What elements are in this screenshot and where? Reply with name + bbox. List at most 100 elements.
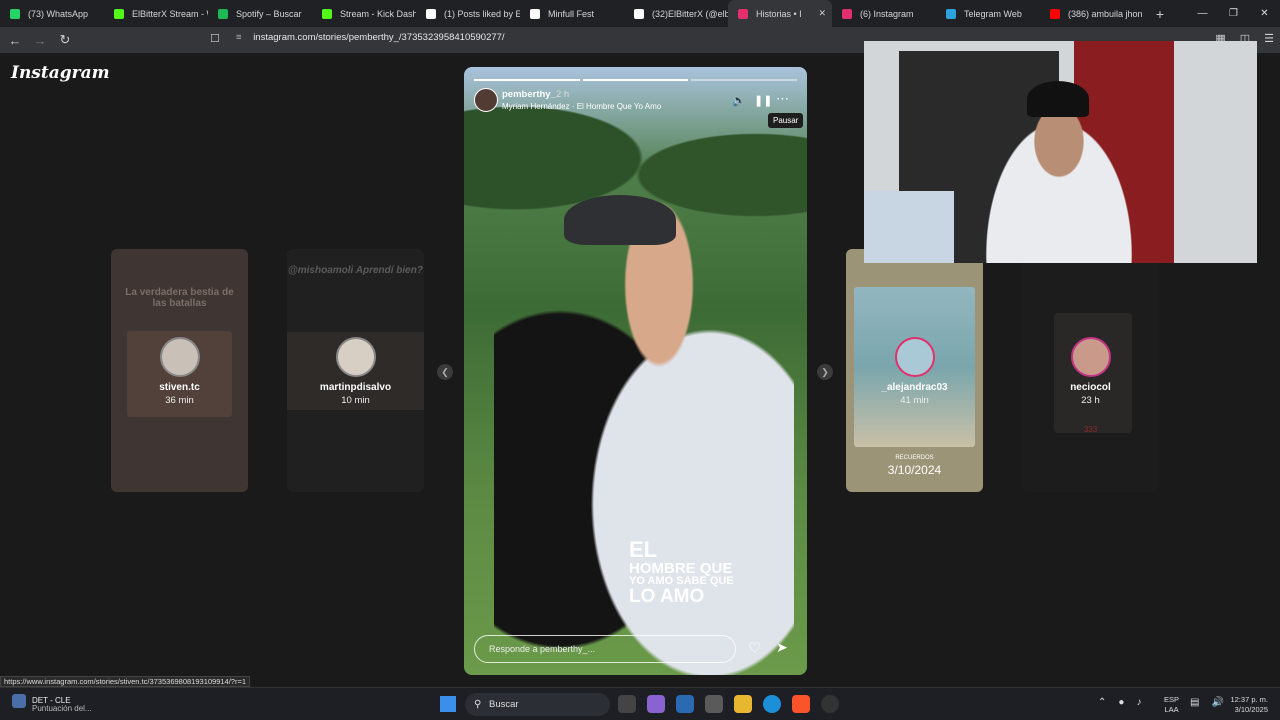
tab-favicon-icon [114,8,124,19]
tab-favicon-icon [322,8,332,19]
reply-input[interactable]: Responde a pemberthy_... [474,635,736,663]
like-heart-icon[interactable]: ♡ [748,639,761,657]
caption-line: LO AMO [629,586,705,607]
story-progress-bar [474,79,798,81]
caption-line: HOMBRE QUE [629,560,733,577]
window-controls: — ❐ ✕ [1187,0,1280,27]
story-time: 10 min [341,395,370,406]
story-photo-cap [564,195,676,245]
progress-segment [691,79,798,81]
story-avatar[interactable] [474,88,498,112]
tab-favicon-icon [10,8,20,19]
search-icon: ⚲ [474,699,482,710]
browser-tab[interactable]: Stream - Kick Dashb [312,0,416,27]
snipping-tool-icon[interactable] [705,695,723,713]
volume-icon[interactable]: 🔈 [732,94,746,107]
address-bar[interactable]: ≡ instagram.com/stories/pemberthy_/37353… [236,32,505,43]
tab-label: (32)ElBitterX (@elbi [652,8,728,19]
webcam-bed [864,191,954,263]
system-tray: ⌃ ● ♪ [1098,697,1141,708]
url-text: instagram.com/stories/pemberthy_/3735323… [253,32,505,43]
language-indicator[interactable]: ESP LAA [1164,695,1179,715]
edge-icon[interactable] [763,695,781,713]
story-song[interactable]: Myriam Hernández · El Hombre Que Yo Amo [502,102,661,111]
progress-segment [474,79,580,81]
more-options-icon[interactable]: ⋯ [776,91,789,107]
app-icon[interactable] [821,695,839,713]
browser-tab[interactable]: Historias • I ✕ [728,0,832,27]
tray-app-icon[interactable]: ● [1118,697,1124,708]
browser-tab[interactable]: (73) WhatsApp [0,0,104,27]
browser-tab[interactable]: Spotify – Buscar [208,0,312,27]
previous-story-button[interactable]: ❮ [437,364,453,380]
file-explorer-icon[interactable] [734,695,752,713]
story-username[interactable]: pemberthy_ [502,89,556,100]
story-card-alejandrac03[interactable]: _alejandrac03 41 min RECUERDOS 3/10/2024 [846,249,983,492]
pause-icon[interactable]: ❚❚ [754,94,772,107]
tab-label: (6) Instagram [860,8,914,19]
link-status-bar: https://www.instagram.com/stories/stiven… [0,676,251,687]
microphone-icon[interactable]: ♪ [1136,697,1141,708]
network-sound-tray[interactable]: ▤ 🔊 [1190,697,1224,708]
tab-favicon-icon [946,8,956,19]
story-card-stiven[interactable]: La verdadera bestia de las batallas stiv… [111,249,248,492]
brave-icon[interactable] [792,695,810,713]
menu-icon[interactable]: ☰ [1264,32,1274,45]
minimize-button[interactable]: — [1187,0,1218,27]
copilot-icon[interactable] [647,695,665,713]
chevron-up-icon[interactable]: ⌃ [1098,697,1106,708]
browser-tab[interactable]: Telegram Web [936,0,1040,27]
avatar [335,337,376,377]
tab-favicon-icon [634,8,644,19]
avatar [894,337,935,377]
story-username: martinpdisalvo [319,382,392,393]
story-username: _alejandrac03 [881,382,948,393]
bookmark-icon[interactable]: ☐ [210,32,220,45]
clock-date: 3/10/2025 [1234,705,1268,714]
network-icon: ▤ [1190,697,1200,708]
next-story-button[interactable]: ❯ [817,364,833,380]
store-icon[interactable] [676,695,694,713]
browser-tab[interactable]: (386) ambuila jhon [1040,0,1144,27]
story-username: stiven.tc [159,382,200,393]
send-icon[interactable]: ➤ [776,639,788,656]
instagram-logo[interactable]: Instagram [11,63,110,83]
weather-subtitle: Puntuación del... [32,704,92,713]
clock[interactable]: 12:37 p. m. 3/10/2025 [1228,695,1268,715]
forward-button[interactable]: → [30,33,50,48]
site-info-icon[interactable]: ≡ [236,32,242,43]
progress-segment [582,79,689,81]
browser-tab[interactable]: (1) Posts liked by El [416,0,520,27]
story-card-neciocol[interactable]: neciocol 23 h 333 [1022,249,1159,492]
restore-button[interactable]: ❐ [1218,0,1249,27]
tab-favicon-icon [426,8,436,19]
tab-label: Telegram Web [964,8,1022,19]
browser-tab[interactable]: Minfull Fest [520,0,624,27]
new-tab-button[interactable]: + [1150,6,1170,22]
lang-code: ESP [1164,695,1180,704]
webcam-person [974,101,1144,263]
back-button[interactable]: ← [5,33,25,48]
browser-tab[interactable]: (6) Instagram [832,0,936,27]
close-tab-icon[interactable]: ✕ [818,8,826,19]
windows-start-icon[interactable] [440,696,456,712]
tab-label: Stream - Kick Dashb [340,8,416,19]
task-view-icon[interactable] [618,695,636,713]
story-time: 2 h [556,89,570,100]
reload-button[interactable]: ↻ [55,32,75,48]
windows-taskbar: DET - CLE Puntuación del... ⚲ Buscar ⌃ ●… [0,687,1280,720]
story-card-martinpdisalvo[interactable]: @mishoamoli Aprendí bien? martinpdisalvo… [287,249,424,492]
story-viewer[interactable]: pemberthy_ 2 h Myriam Hernández · El Hom… [464,67,807,675]
tab-label: ElBitterX Stream - W [132,8,208,19]
browser-tab[interactable]: (32)ElBitterX (@elbi [624,0,728,27]
tab-label: Spotify – Buscar [236,8,302,19]
browser-tab[interactable]: ElBitterX Stream - W [104,0,208,27]
tab-label: (386) ambuila jhon [1068,8,1143,19]
weather-widget[interactable]: DET - CLE Puntuación del... [12,694,92,713]
taskbar-search[interactable]: ⚲ Buscar [465,693,610,716]
volume-icon: 🔊 [1211,697,1224,708]
close-window-button[interactable]: ✕ [1249,0,1280,27]
tab-favicon-icon [842,8,852,19]
story-card-text: La verdadera bestia de las batallas [125,287,234,309]
browser-tab-strip: (73) WhatsApp ElBitterX Stream - W Spotify… [0,0,1280,27]
